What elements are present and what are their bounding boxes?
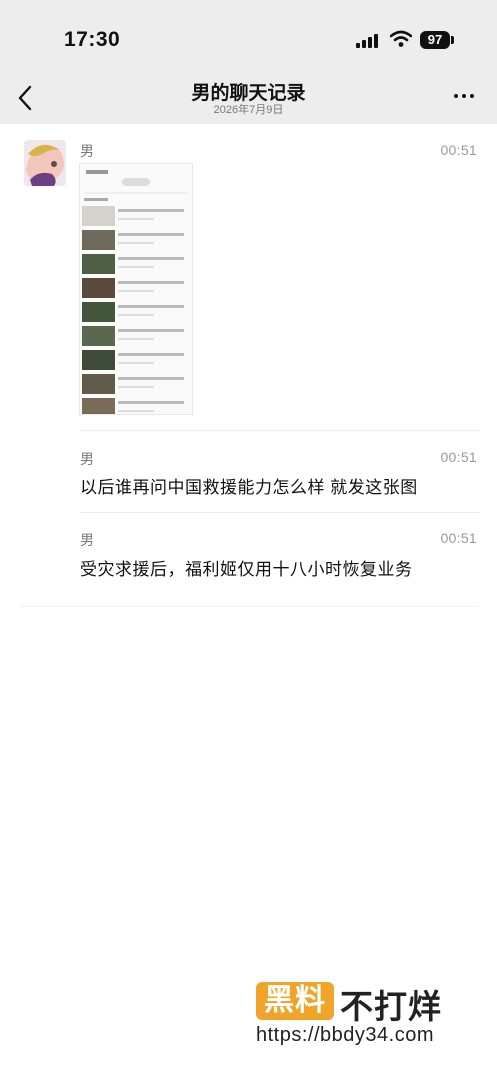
message-text[interactable]: 以后谁再问中国救援能力怎么样 就发这张图	[80, 473, 418, 498]
image-row	[82, 230, 187, 252]
watermark-brand-text: 不打烊	[340, 988, 442, 1025]
signal-icon	[356, 34, 382, 48]
message-time: 00:51	[440, 530, 477, 546]
page-subtitle: 2026年7月9日	[213, 104, 284, 116]
image-row	[82, 398, 187, 414]
image-row	[82, 278, 187, 300]
wifi-icon	[390, 30, 412, 47]
image-caption	[84, 198, 108, 201]
message-text[interactable]: 受灾求援后，福利姬仅用十八小时恢复业务	[80, 555, 413, 580]
message-sender: 男	[80, 451, 94, 467]
message-time: 00:51	[440, 449, 477, 465]
image-row	[82, 326, 187, 348]
watermark-url: https://bbdy34.com	[256, 1024, 434, 1046]
avatar[interactable]	[24, 140, 66, 186]
image-row	[82, 254, 187, 276]
top-bar: 17:30 97 男的聊天记录 2026年7月9日	[0, 0, 497, 124]
image-row	[82, 206, 187, 228]
status-time: 17:30	[64, 28, 121, 51]
battery-tip	[451, 36, 454, 44]
divider	[80, 512, 480, 513]
image-row	[82, 302, 187, 324]
divider	[80, 430, 480, 431]
image-statusbar	[86, 170, 108, 174]
battery-icon: 97	[420, 31, 450, 49]
more-dots-icon[interactable]	[449, 86, 479, 106]
message-time: 00:51	[440, 142, 477, 158]
image-row	[82, 350, 187, 372]
message-image[interactable]	[79, 163, 193, 415]
divider	[20, 606, 478, 607]
image-tabs	[84, 192, 188, 194]
message-sender: 男	[80, 532, 94, 548]
image-header	[122, 178, 150, 186]
image-row	[82, 374, 187, 396]
watermark-brand-box: 黑料	[256, 982, 334, 1020]
watermark: 黑料 不打烊 https://bbdy34.com	[256, 980, 464, 1052]
message-sender: 男	[80, 143, 94, 159]
